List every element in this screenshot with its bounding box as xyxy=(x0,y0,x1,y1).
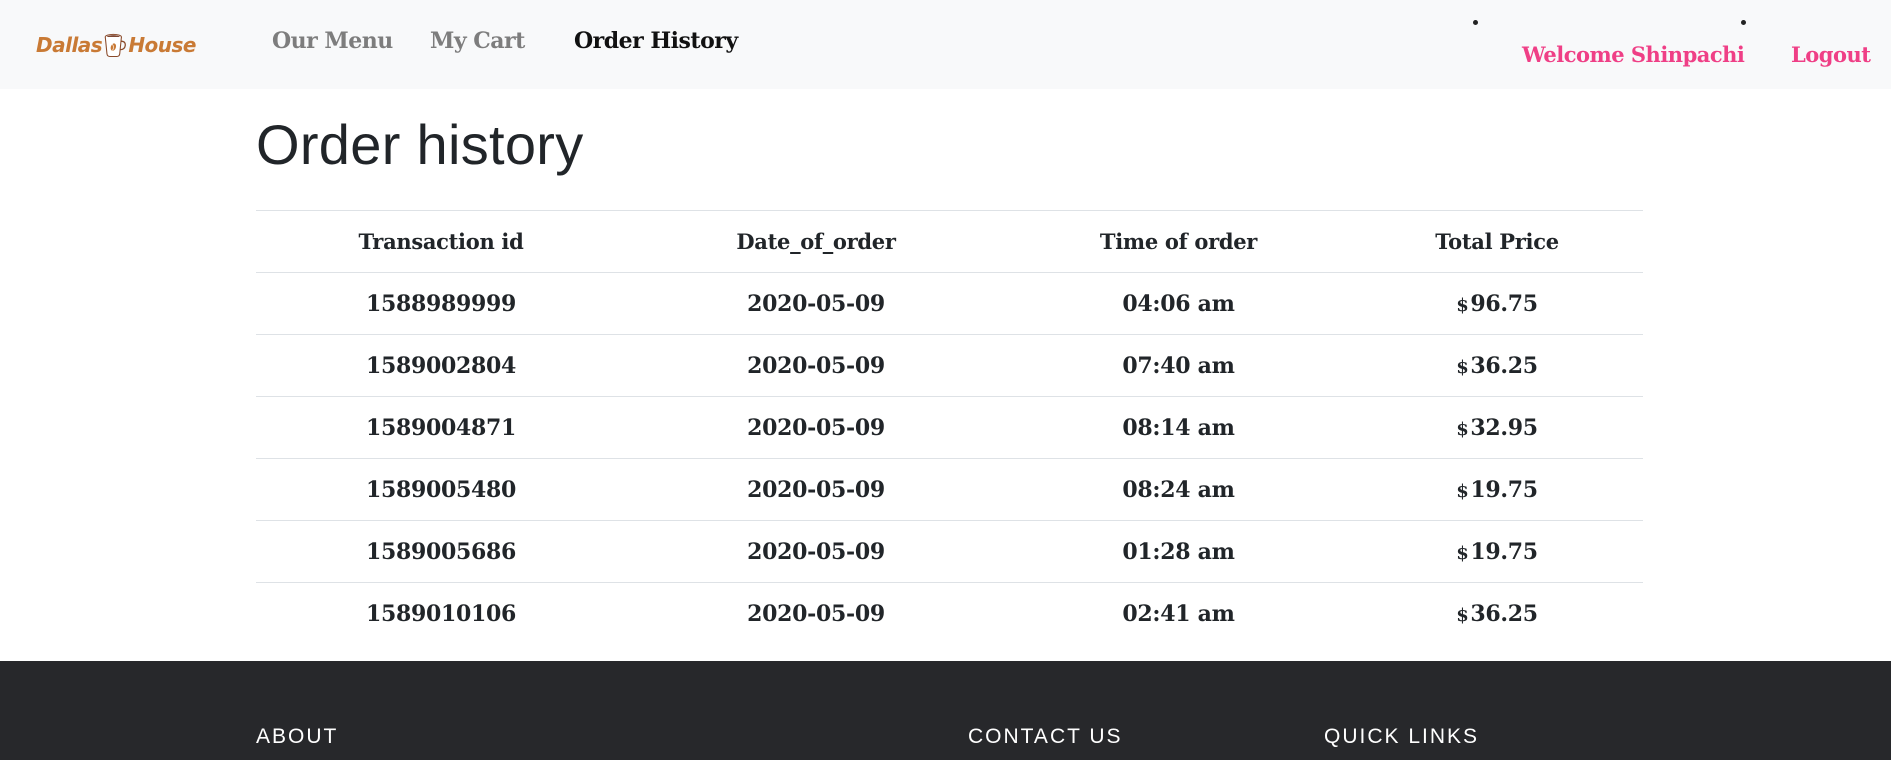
table-row: 1589002804 2020-05-09 07:40 am $36.25 xyxy=(256,334,1643,397)
currency-symbol: $ xyxy=(1456,356,1469,378)
header-transaction-id: Transaction id xyxy=(256,210,626,273)
header-total-price: Total Price xyxy=(1351,210,1643,273)
currency-symbol: $ xyxy=(1456,542,1469,564)
nav-welcome-user[interactable]: Welcome Shinpachi xyxy=(1522,42,1745,67)
brand-word-left: Dallas xyxy=(36,33,103,57)
nav-bullet xyxy=(1741,20,1746,25)
table-row: 1589004871 2020-05-09 08:14 am $32.95 xyxy=(256,396,1643,459)
header-date-of-order: Date_of_order xyxy=(626,210,1006,273)
footer-quick-links-heading: QUICK LINKS xyxy=(1324,725,1480,748)
navbar: Dallas House Our Menu My Cart Order Hist… xyxy=(0,0,1891,89)
table-row: 1589010106 2020-05-09 02:41 am $36.25 xyxy=(256,582,1643,644)
date-cell: 2020-05-09 xyxy=(626,458,1006,521)
price-cell: $36.25 xyxy=(1351,582,1643,644)
order-history-table: Transaction id Date_of_order Time of ord… xyxy=(256,210,1643,644)
transaction-id-cell: 1589005686 xyxy=(256,520,626,583)
price-value: 19.75 xyxy=(1470,476,1538,503)
nav-order-history[interactable]: Order History xyxy=(574,28,738,54)
nav-logout[interactable]: Logout xyxy=(1791,42,1871,67)
table-row: 1589005480 2020-05-09 08:24 am $19.75 xyxy=(256,458,1643,521)
time-cell: 04:06 am xyxy=(1006,272,1351,335)
time-cell: 08:24 am xyxy=(1006,458,1351,521)
price-cell: $19.75 xyxy=(1351,458,1643,521)
date-cell: 2020-05-09 xyxy=(626,396,1006,459)
currency-symbol: $ xyxy=(1456,418,1469,440)
transaction-id-cell: 1589004871 xyxy=(256,396,626,459)
table-row: 1589005686 2020-05-09 01:28 am $19.75 xyxy=(256,520,1643,583)
time-cell: 02:41 am xyxy=(1006,582,1351,644)
footer: ABOUT CONTACT US QUICK LINKS xyxy=(0,661,1891,760)
time-cell: 01:28 am xyxy=(1006,520,1351,583)
price-cell: $96.75 xyxy=(1351,272,1643,335)
brand-logo[interactable]: Dallas House xyxy=(36,16,196,74)
table-header-row: Transaction id Date_of_order Time of ord… xyxy=(256,210,1643,273)
nav-my-cart[interactable]: My Cart xyxy=(430,28,525,54)
brand-word-right: House xyxy=(128,33,196,57)
price-cell: $36.25 xyxy=(1351,334,1643,397)
date-cell: 2020-05-09 xyxy=(626,272,1006,335)
date-cell: 2020-05-09 xyxy=(626,520,1006,583)
header-time-of-order: Time of order xyxy=(1006,210,1351,273)
transaction-id-cell: 1589005480 xyxy=(256,458,626,521)
price-value: 96.75 xyxy=(1470,290,1538,317)
nav-our-menu[interactable]: Our Menu xyxy=(272,28,393,54)
price-value: 36.25 xyxy=(1470,600,1538,627)
currency-symbol: $ xyxy=(1456,480,1469,502)
table-row: 1588989999 2020-05-09 04:06 am $96.75 xyxy=(256,272,1643,335)
nav-bullet xyxy=(1473,20,1478,25)
transaction-id-cell: 1589002804 xyxy=(256,334,626,397)
time-cell: 08:14 am xyxy=(1006,396,1351,459)
time-cell: 07:40 am xyxy=(1006,334,1351,397)
price-value: 32.95 xyxy=(1470,414,1538,441)
date-cell: 2020-05-09 xyxy=(626,582,1006,644)
price-cell: $32.95 xyxy=(1351,396,1643,459)
transaction-id-cell: 1589010106 xyxy=(256,582,626,644)
date-cell: 2020-05-09 xyxy=(626,334,1006,397)
footer-about-heading: ABOUT xyxy=(256,725,339,748)
price-cell: $19.75 xyxy=(1351,520,1643,583)
price-value: 19.75 xyxy=(1470,538,1538,565)
page-title: Order history xyxy=(256,113,584,176)
coffee-cup-icon xyxy=(104,33,127,58)
currency-symbol: $ xyxy=(1456,294,1469,316)
footer-contact-heading: CONTACT US xyxy=(968,725,1123,748)
price-value: 36.25 xyxy=(1470,352,1538,379)
transaction-id-cell: 1588989999 xyxy=(256,272,626,335)
currency-symbol: $ xyxy=(1456,604,1469,626)
